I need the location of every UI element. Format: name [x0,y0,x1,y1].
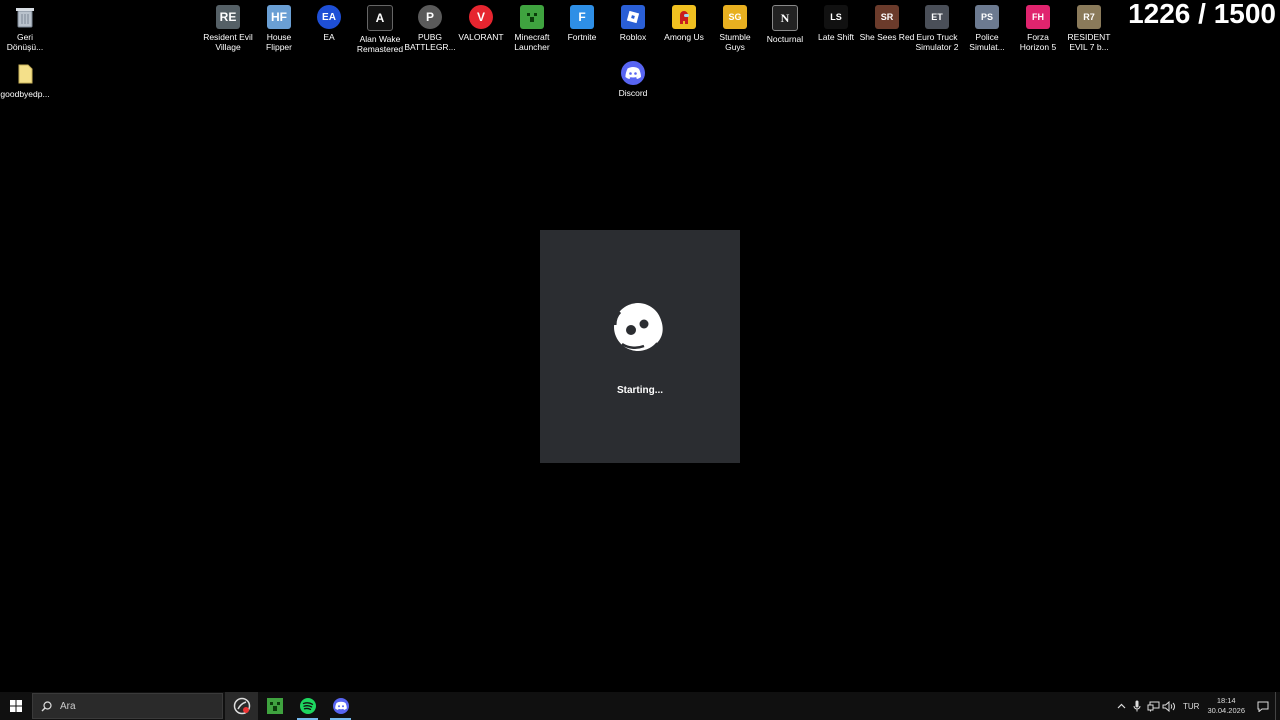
search-placeholder: Ara [60,700,76,712]
among-us-icon [672,5,696,29]
stumble-guys-icon: SG [723,5,747,29]
euro-truck-icon: ET [925,5,949,29]
she-sees-red-icon: SR [875,5,899,29]
discord-icon [621,61,645,85]
fortnite-icon: F [570,5,594,29]
taskbar: Ara TUR 18:14 30.04.2026 [0,692,1280,720]
discord-taskbar-icon[interactable] [324,692,357,720]
clock-time: 18:14 [1216,696,1236,705]
desktop-icon-label: RESIDENT EVIL 7 b... [1067,32,1111,52]
search-icon [41,700,52,711]
discord-logo-icon [610,296,670,363]
desktop-icon-resident-evil-7[interactable]: R7 RESIDENT EVIL 7 b... [1059,5,1119,52]
desktop-icon-discord[interactable]: Discord [603,61,663,98]
nocturnal-icon: N [772,5,798,31]
late-shift-icon: LS [824,5,848,29]
taskbar-search-input[interactable]: Ara [32,693,223,719]
spotify-taskbar-icon[interactable] [291,692,324,720]
counter-overlay: 1226 / 1500 [1128,0,1276,29]
forza-horizon-icon: FH [1026,5,1050,29]
desktop-icon-goodbyedp[interactable]: goodbyedp... [0,62,55,99]
show-desktop-button[interactable] [1275,692,1280,720]
police-simulator-icon: PS [975,5,999,29]
recycle-bin-icon [13,5,37,29]
windows-icon [10,700,22,712]
desktop-icon-label: goodbyedp... [0,89,50,99]
clock[interactable]: 18:14 30.04.2026 [1207,696,1245,716]
desktop-icon-label: Discord [618,88,648,98]
microphone-icon[interactable] [1129,692,1145,720]
pubg-icon: P [418,5,442,29]
minecraft-icon [520,5,544,29]
file-icon [13,62,37,86]
ea-icon: EA [317,5,341,29]
volume-icon[interactable] [1161,692,1177,720]
desktop-icon-recycle-bin[interactable]: Geri Dönüşü... [0,5,55,52]
resident-evil-village-icon: RE [216,5,240,29]
valorant-icon: V [469,5,493,29]
alan-wake-icon: A [367,5,393,31]
splash-status-text: Starting... [616,385,664,396]
start-button[interactable] [0,692,32,720]
house-flipper-icon: HF [267,5,291,29]
resident-evil-7-icon: R7 [1077,5,1101,29]
system-tray: TUR 18:14 30.04.2026 [1113,692,1280,720]
game-launcher-taskbar-icon[interactable] [225,692,258,720]
discord-splash-window: Starting... [540,230,740,463]
notification-icon[interactable] [1251,701,1275,712]
roblox-icon [621,5,645,29]
desktop-icon-label: Geri Dönüşü... [6,32,44,52]
desktop: Geri Dönüşü... goodbyedp... RE Resident … [0,0,1280,692]
language-indicator[interactable]: TUR [1183,702,1199,711]
chevron-up-icon[interactable] [1113,692,1129,720]
clock-date: 30.04.2026 [1207,706,1245,715]
network-icon[interactable] [1145,692,1161,720]
minecraft-taskbar-icon[interactable] [258,692,291,720]
